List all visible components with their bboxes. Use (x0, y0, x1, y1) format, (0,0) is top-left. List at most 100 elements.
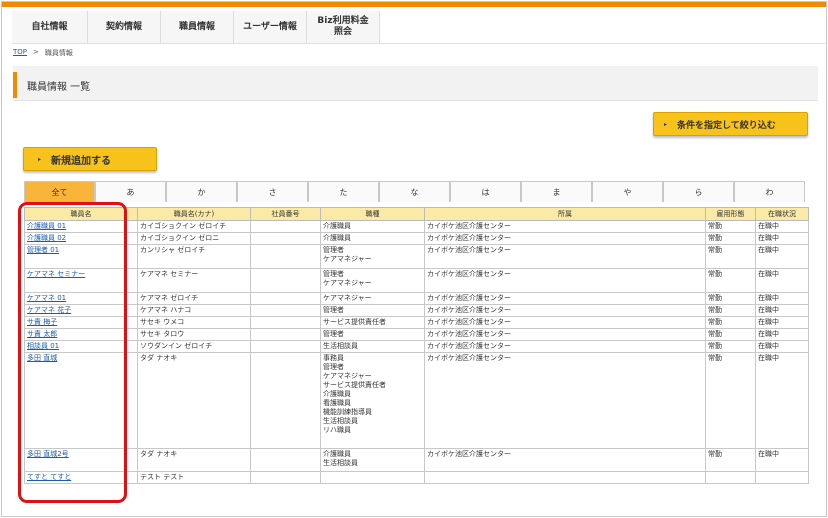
employment-type-cell: 常勤 (705, 232, 756, 245)
table-row: 相談員 01 ソウダンイン ゼロイチ 生活相談員 カイボケ池区介護センター 常勤 在職中 (24, 340, 809, 353)
kana-tab[interactable]: や (592, 181, 663, 202)
employment-type-cell: 常勤 (705, 268, 756, 293)
kana-filter-tabs: 全てあかさたなはまやらわ (24, 181, 808, 203)
job-cell: 介護職員 (320, 220, 425, 233)
employment-type-cell: 常勤 (705, 292, 756, 305)
employment-type-cell: 常勤 (705, 316, 756, 329)
employment-type-cell: 常勤 (705, 448, 756, 472)
department-cell: カイボケ池区介護センター (424, 316, 706, 329)
employee-no-cell (250, 304, 321, 317)
kana-tab[interactable]: か (166, 181, 237, 202)
department-cell: カイボケ池区介護センター (424, 352, 706, 449)
staff-kana-cell: カイゴショクイン ゼロイチ (137, 220, 251, 233)
employee-no-cell (250, 471, 321, 484)
table-row: サ責 太郎 サセキ タロウ 管理者 カイボケ池区介護センター 常勤 在職中 (24, 328, 809, 341)
employment-type-cell: 常勤 (705, 304, 756, 317)
kana-tab[interactable]: な (379, 181, 450, 202)
job-item: 生活相談員 (323, 342, 358, 350)
kana-tab[interactable]: は (450, 181, 521, 202)
add-new-button[interactable]: ▸ 新規追加する (23, 147, 157, 171)
tab-biz-fee-inquiry[interactable]: Biz利用料金 照会 (307, 11, 380, 43)
tab-staff-info[interactable]: 職員情報 (161, 11, 234, 43)
tab-user-info[interactable]: ユーザー情報 (234, 11, 307, 43)
filter-button[interactable]: ▸ 条件を指定して絞り込む (653, 112, 808, 136)
job-item: サービス提供責任者 (323, 318, 386, 326)
status-cell: 在職中 (755, 304, 809, 317)
caret-right-icon: ▸ (664, 120, 668, 128)
tab-company-info[interactable]: 自社情報 (12, 11, 88, 43)
employee-no-cell (250, 448, 321, 472)
employment-type-cell (705, 471, 756, 484)
table-row: てすと てすと テスト テスト (24, 471, 809, 484)
top-accent-bar (2, 2, 826, 7)
kana-tab[interactable]: あ (95, 181, 166, 202)
table-row: 介護職員 01 カイゴショクイン ゼロイチ 介護職員 カイボケ池区介護センター 常勤 在職… (24, 220, 809, 233)
staff-kana-cell: ソウダンイン ゼロイチ (137, 340, 251, 353)
col-header-employee-no[interactable]: 社員番号 (250, 207, 321, 221)
title-accent (13, 72, 17, 98)
department-cell: カイボケ池区介護センター (424, 220, 706, 233)
job-cell: ケアマネジャー (320, 292, 425, 305)
kana-tab[interactable]: た (308, 181, 379, 202)
kana-tab[interactable]: 全て (24, 181, 95, 202)
table-row: 多田 直城 タダ ナオキ 事務員 管理者 ケアマネジャー サービス提供責任者 介護職員 看護職… (24, 352, 809, 449)
table-row: 介護職員 02 カイゴショクイン ゼロニ 介護職員 カイボケ池区介護センター 常勤 在職中 (24, 232, 809, 245)
kana-tab[interactable]: ら (663, 181, 734, 202)
employee-no-cell (250, 244, 321, 269)
job-item: ケアマネジャー (323, 255, 372, 263)
status-cell: 在職中 (755, 268, 809, 293)
add-new-button-label: 新規追加する (51, 155, 112, 167)
staff-kana-cell: カンリシャ ゼロイチ (137, 244, 251, 269)
status-cell: 在職中 (755, 340, 809, 353)
status-cell: 在職中 (755, 316, 809, 329)
employment-type-cell: 常勤 (705, 340, 756, 353)
col-header-employment-type[interactable]: 雇用形態 (705, 207, 756, 221)
col-header-status[interactable]: 在職状況 (755, 207, 809, 221)
job-item: 介護職員 (323, 450, 351, 458)
job-item: 管理者 (323, 270, 344, 278)
kana-tab[interactable]: ま (521, 181, 592, 202)
breadcrumb: TOP > 職員情報 (13, 48, 73, 58)
job-item: ケアマネジャー (323, 279, 372, 287)
department-cell: カイボケ池区介護センター (424, 340, 706, 353)
job-item: サービス提供責任者 (323, 381, 386, 389)
col-header-department[interactable]: 所属 (424, 207, 706, 221)
job-item: 管理者 (323, 363, 344, 371)
filter-button-label: 条件を指定して絞り込む (677, 120, 776, 131)
main-nav: 自社情報 契約情報 職員情報 ユーザー情報 Biz利用料金 照会 (12, 11, 380, 43)
job-cell: 管理者 ケアマネジャー (320, 244, 425, 269)
employee-no-cell (250, 340, 321, 353)
col-header-kana[interactable]: 職員名(カナ) (137, 207, 251, 221)
staff-kana-cell: カイゴショクイン ゼロニ (137, 232, 251, 245)
col-header-job[interactable]: 職種 (320, 207, 425, 221)
job-item: 生活相談員 (323, 417, 358, 425)
status-cell (755, 471, 809, 484)
job-item: 管理者 (323, 306, 344, 314)
table-row: サ責 梅子 サセキ ウメコ サービス提供責任者 カイボケ池区介護センター 常勤 在職中 (24, 316, 809, 329)
job-item: 管理者 (323, 330, 344, 338)
staff-kana-cell: サセキ タロウ (137, 328, 251, 341)
job-cell: サービス提供責任者 (320, 316, 425, 329)
kana-tab[interactable]: さ (237, 181, 308, 202)
employee-no-cell (250, 316, 321, 329)
staff-kana-cell: サセキ ウメコ (137, 316, 251, 329)
tab-contract-info[interactable]: 契約情報 (88, 11, 161, 43)
job-cell: 管理者 (320, 328, 425, 341)
job-item: 生活相談員 (323, 459, 358, 467)
kana-tab[interactable]: わ (734, 181, 805, 202)
department-cell: カイボケ池区介護センター (424, 448, 706, 472)
status-cell: 在職中 (755, 328, 809, 341)
status-cell: 在職中 (755, 220, 809, 233)
nav-divider (12, 43, 826, 44)
job-cell: 介護職員 生活相談員 (320, 448, 425, 472)
breadcrumb-top-link[interactable]: TOP (13, 48, 27, 58)
employment-type-cell: 常勤 (705, 244, 756, 269)
job-item: ケアマネジャー (323, 294, 372, 302)
job-item: 機能訓練指導員 (323, 408, 372, 416)
employee-no-cell (250, 232, 321, 245)
job-item: 介護職員 (323, 234, 351, 242)
staff-table: 職員名 職員名(カナ) 社員番号 職種 所属 雇用形態 在職状況 介護職員 01… (24, 207, 809, 484)
job-cell: 生活相談員 (320, 340, 425, 353)
staff-kana-cell: タダ ナオキ (137, 448, 251, 472)
employment-type-cell: 常勤 (705, 352, 756, 449)
